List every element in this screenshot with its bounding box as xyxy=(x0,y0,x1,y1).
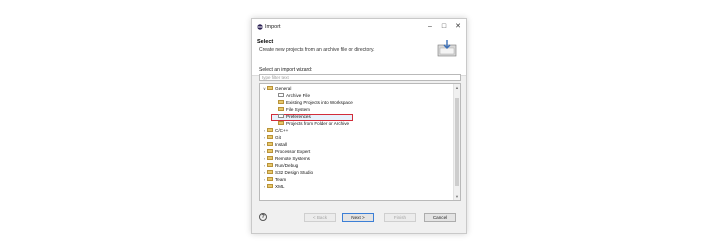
page-title: Select xyxy=(257,39,274,45)
folder-icon xyxy=(267,141,273,146)
import-dialog: Import – □ ✕ Select Create new projects … xyxy=(251,18,467,234)
next-button[interactable]: Next > xyxy=(342,213,374,222)
folder-icon xyxy=(267,169,273,174)
tree-item-file-system[interactable]: File System xyxy=(278,106,310,113)
tree-item-archive-file[interactable]: Archive File xyxy=(278,92,310,99)
wizard-tree[interactable]: ∨ General Archive File Existing Projects … xyxy=(259,83,461,201)
folder-icon xyxy=(278,106,284,111)
scroll-thumb[interactable] xyxy=(455,98,459,186)
eclipse-icon xyxy=(257,24,263,30)
wizard-label: Select an import wizard: xyxy=(259,67,313,73)
project-icon xyxy=(278,99,284,104)
folder-icon xyxy=(267,148,273,153)
folder-icon xyxy=(267,183,273,188)
back-button[interactable]: < Back xyxy=(304,213,336,222)
tree-item-git[interactable]: › Git xyxy=(262,134,281,141)
help-button[interactable]: ? xyxy=(259,213,267,221)
folder-icon xyxy=(267,176,273,181)
maximize-icon[interactable]: □ xyxy=(439,22,449,32)
folder-icon xyxy=(267,134,273,139)
folder-icon xyxy=(267,85,273,90)
tree-item-run-debug[interactable]: › Run/Debug xyxy=(262,162,298,169)
tree-item-general[interactable]: ∨ General xyxy=(262,85,291,92)
window-title: Import xyxy=(265,24,281,30)
folder-icon xyxy=(267,162,273,167)
folder-icon xyxy=(267,127,273,132)
folder-icon xyxy=(278,120,284,125)
finish-button[interactable]: Finish xyxy=(384,213,416,222)
tree-item-xml[interactable]: › XML xyxy=(262,183,284,190)
scroll-up-icon[interactable]: ▲ xyxy=(454,85,460,90)
page-description: Create new projects from an archive file… xyxy=(259,47,375,53)
tree-scrollbar[interactable]: ▲ ▼ xyxy=(453,84,460,200)
tree-item-cpp[interactable]: › C/C++ xyxy=(262,127,288,134)
folder-icon xyxy=(267,155,273,160)
scroll-down-icon[interactable]: ▼ xyxy=(454,194,460,199)
archive-icon xyxy=(278,92,284,97)
filter-input[interactable]: type filter text xyxy=(259,74,461,81)
tree-item-s32-design-studio[interactable]: › S32 Design Studio xyxy=(262,169,313,176)
import-banner-icon xyxy=(437,40,457,57)
tree-item-team[interactable]: › Team xyxy=(262,176,286,183)
tree-item-projects-from-folder[interactable]: Projects from Folder or Archive xyxy=(278,120,349,127)
minimize-icon[interactable]: – xyxy=(425,22,435,32)
preferences-icon xyxy=(278,113,284,118)
close-icon[interactable]: ✕ xyxy=(453,22,463,32)
tree-item-preferences[interactable]: Preferences xyxy=(278,113,311,120)
cancel-button[interactable]: Cancel xyxy=(424,213,456,222)
tree-item-processor-expert[interactable]: › Processor Expert xyxy=(262,148,310,155)
tree-item-existing-projects[interactable]: Existing Projects into Workspace xyxy=(278,99,353,106)
tree-item-install[interactable]: › Install xyxy=(262,141,287,148)
title-bar: Import – □ ✕ xyxy=(252,19,466,35)
tree-item-remote-systems[interactable]: › Remote Systems xyxy=(262,155,310,162)
